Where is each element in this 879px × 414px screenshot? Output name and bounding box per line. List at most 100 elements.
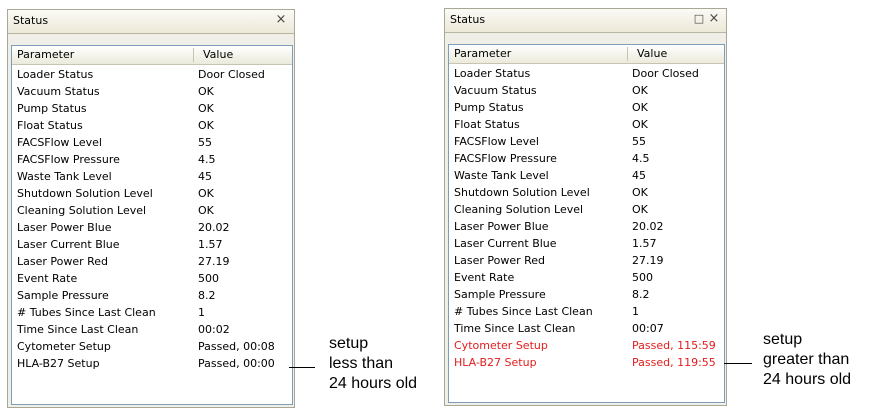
value-cell: Door Closed xyxy=(198,68,265,81)
list-item[interactable]: Time Since Last Clean 00:07 xyxy=(449,320,724,337)
parameter-cell: Time Since Last Clean xyxy=(17,323,139,336)
value-cell: OK xyxy=(632,203,648,216)
list-item[interactable]: Cytometer Setup Passed, 115:59 xyxy=(449,337,724,354)
list-item[interactable]: FACSFlow Level 55 xyxy=(12,134,292,151)
value-cell: Door Closed xyxy=(632,67,699,80)
value-cell: 45 xyxy=(632,169,646,182)
value-cell: OK xyxy=(632,101,648,114)
value-cell: Passed, 115:59 xyxy=(632,339,716,352)
parameter-cell: Cleaning Solution Level xyxy=(17,204,147,217)
value-cell: 20.02 xyxy=(632,220,664,233)
value-cell: OK xyxy=(198,102,214,115)
value-cell: OK xyxy=(632,186,648,199)
list-item[interactable]: Cytometer Setup Passed, 00:08 xyxy=(12,338,292,355)
restore-icon[interactable]: □ xyxy=(692,12,706,26)
parameter-cell: Vacuum Status xyxy=(17,85,100,98)
column-header-value[interactable]: Value xyxy=(198,46,292,64)
list-item[interactable]: Vacuum Status OK xyxy=(12,83,292,100)
parameter-cell: Cytometer Setup xyxy=(17,340,111,353)
parameter-cell: FACSFlow Level xyxy=(454,135,539,148)
parameter-cell: Laser Current Blue xyxy=(454,237,557,250)
annotation-leader-line xyxy=(289,367,315,368)
list-item[interactable]: Waste Tank Level 45 xyxy=(449,167,724,184)
status-list[interactable]: Parameter Value Loader Status Door Closed… xyxy=(448,44,725,403)
list-item[interactable]: Float Status OK xyxy=(12,117,292,134)
value-cell: 00:02 xyxy=(198,323,230,336)
annotation-line: setup xyxy=(329,335,369,352)
list-item[interactable]: FACSFlow Pressure 4.5 xyxy=(449,150,724,167)
column-divider[interactable] xyxy=(627,47,628,61)
annotation-right: setup greater than 24 hours old xyxy=(763,330,851,390)
annotation-line: less than xyxy=(329,355,394,372)
value-cell: 4.5 xyxy=(632,152,650,165)
parameter-cell: Pump Status xyxy=(17,102,87,115)
list-item[interactable]: Sample Pressure 8.2 xyxy=(12,287,292,304)
parameter-cell: FACSFlow Pressure xyxy=(454,152,557,165)
list-item[interactable]: Laser Power Red 27.19 xyxy=(449,252,724,269)
list-item[interactable]: Waste Tank Level 45 xyxy=(12,168,292,185)
parameter-cell: HLA-B27 Setup xyxy=(17,357,100,370)
list-item[interactable]: Event Rate 500 xyxy=(449,269,724,286)
panel-titlebar[interactable]: Status × xyxy=(8,10,294,34)
parameter-cell: FACSFlow Pressure xyxy=(17,153,120,166)
value-cell: 1.57 xyxy=(198,238,223,251)
column-header-value[interactable]: Value xyxy=(632,45,724,63)
parameter-cell: Laser Current Blue xyxy=(17,238,120,251)
list-item[interactable]: Shutdown Solution Level OK xyxy=(12,185,292,202)
annotation-line: greater than xyxy=(763,351,850,368)
list-item[interactable]: Cleaning Solution Level OK xyxy=(12,202,292,219)
list-header: Parameter Value xyxy=(12,46,292,65)
close-icon[interactable]: × xyxy=(707,12,721,26)
value-cell: 55 xyxy=(632,135,646,148)
value-cell: OK xyxy=(198,85,214,98)
parameter-cell: Float Status xyxy=(454,118,520,131)
list-item[interactable]: Laser Current Blue 1.57 xyxy=(12,236,292,253)
list-item[interactable]: FACSFlow Level 55 xyxy=(449,133,724,150)
list-item[interactable]: Laser Current Blue 1.57 xyxy=(449,235,724,252)
list-item[interactable]: Pump Status OK xyxy=(12,100,292,117)
list-item[interactable]: # Tubes Since Last Clean 1 xyxy=(449,303,724,320)
list-item[interactable]: Event Rate 500 xyxy=(12,270,292,287)
parameter-cell: Float Status xyxy=(17,119,83,132)
list-item[interactable]: Sample Pressure 8.2 xyxy=(449,286,724,303)
parameter-cell: Time Since Last Clean xyxy=(454,322,576,335)
list-item[interactable]: HLA-B27 Setup Passed, 00:00 xyxy=(12,355,292,372)
list-header: Parameter Value xyxy=(449,45,724,64)
parameter-cell: Sample Pressure xyxy=(454,288,546,301)
list-item[interactable]: Shutdown Solution Level OK xyxy=(449,184,724,201)
list-item[interactable]: Float Status OK xyxy=(449,116,724,133)
list-item[interactable]: Laser Power Blue 20.02 xyxy=(449,218,724,235)
parameter-cell: Cleaning Solution Level xyxy=(454,203,584,216)
parameter-cell: Shutdown Solution Level xyxy=(454,186,590,199)
list-item[interactable]: Cleaning Solution Level OK xyxy=(449,201,724,218)
annotation-line: 24 hours old xyxy=(329,375,418,392)
parameter-cell: HLA-B27 Setup xyxy=(454,356,537,369)
panel-title: Status xyxy=(450,13,486,26)
list-item[interactable]: Vacuum Status OK xyxy=(449,82,724,99)
parameter-cell: Waste Tank Level xyxy=(17,170,112,183)
parameter-cell: # Tubes Since Last Clean xyxy=(17,306,156,319)
value-cell: Passed, 119:55 xyxy=(632,356,716,369)
column-divider[interactable] xyxy=(193,48,194,62)
close-icon[interactable]: × xyxy=(274,13,288,27)
parameter-cell: Event Rate xyxy=(454,271,515,284)
annotation-line: setup xyxy=(763,331,803,348)
list-item[interactable]: Loader Status Door Closed xyxy=(449,65,724,82)
parameter-cell: Vacuum Status xyxy=(454,84,537,97)
list-item[interactable]: Time Since Last Clean 00:02 xyxy=(12,321,292,338)
value-cell: 45 xyxy=(198,170,212,183)
list-item[interactable]: Laser Power Blue 20.02 xyxy=(12,219,292,236)
panel-titlebar[interactable]: Status □ × xyxy=(445,9,726,33)
parameter-cell: Shutdown Solution Level xyxy=(17,187,153,200)
parameter-cell: Loader Status xyxy=(454,67,531,80)
value-cell: 8.2 xyxy=(198,289,216,302)
list-item[interactable]: FACSFlow Pressure 4.5 xyxy=(12,151,292,168)
column-header-parameter[interactable]: Parameter xyxy=(449,45,627,63)
status-list[interactable]: Parameter Value Loader Status Door Closed… xyxy=(11,45,293,405)
column-header-parameter[interactable]: Parameter xyxy=(12,46,193,64)
list-item[interactable]: Laser Power Red 27.19 xyxy=(12,253,292,270)
list-item[interactable]: HLA-B27 Setup Passed, 119:55 xyxy=(449,354,724,371)
list-item[interactable]: Loader Status Door Closed xyxy=(12,66,292,83)
list-item[interactable]: # Tubes Since Last Clean 1 xyxy=(12,304,292,321)
list-item[interactable]: Pump Status OK xyxy=(449,99,724,116)
